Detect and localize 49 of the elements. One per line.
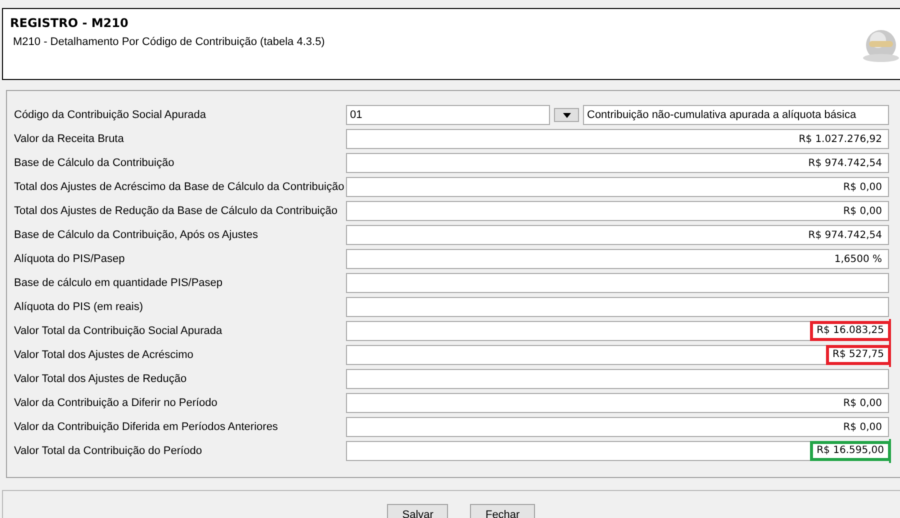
field-value: R$ 16.083,25 <box>810 321 891 341</box>
value-field[interactable]: R$ 527,75 <box>346 345 889 365</box>
value-field[interactable]: R$ 0,00 <box>346 417 889 437</box>
field-value: R$ 527,75 <box>826 345 891 365</box>
field-value: R$ 1.027.276,92 <box>798 132 882 146</box>
field-value: R$ 0,00 <box>843 420 882 434</box>
value-field[interactable] <box>346 369 889 389</box>
value-field[interactable]: 1,6500 % <box>346 249 889 269</box>
field-label: Valor da Contribuição Diferida em Períodos Anteriores <box>13 420 279 435</box>
field-value: 1,6500 % <box>834 252 882 266</box>
field-label: Valor Total dos Ajustes de Acréscimo <box>13 348 194 363</box>
field-label: Alíquota do PIS (em reais) <box>13 300 144 315</box>
value-field[interactable]: R$ 974.742,54 <box>346 153 889 173</box>
field-value: R$ 16.595,00 <box>810 441 891 461</box>
record-subtitle: M210 - Detalhamento Por Código de Contribuição (tabela 4.3.5) <box>12 35 326 50</box>
field-label: Total dos Ajustes de Redução da Base de Cálculo da Contribuição <box>13 204 338 219</box>
value-field[interactable] <box>346 297 889 317</box>
value-field[interactable]: R$ 974.742,54 <box>346 225 889 245</box>
field-label: Valor da Contribuição a Diferir no Período <box>13 396 218 411</box>
value-field[interactable]: R$ 0,00 <box>346 393 889 413</box>
field-label: Total dos Ajustes de Acréscimo da Base de Cálculo da Contribuição <box>13 180 346 195</box>
value-field[interactable]: R$ 16.595,00 <box>346 441 889 461</box>
code-field[interactable]: 01 <box>346 105 550 125</box>
description-field: Contribuição não-cumulativa apurada a alíquota básica <box>583 105 889 125</box>
field-value: R$ 0,00 <box>843 180 882 194</box>
field-label: Base de cálculo em quantidade PIS/Pasep <box>13 276 224 291</box>
value-field[interactable]: R$ 16.083,25 <box>346 321 889 341</box>
action-button[interactable]: Salvar <box>387 504 448 518</box>
field-value: R$ 974.742,54 <box>808 228 882 242</box>
field-label: Valor Total da Contribuição Social Apurada <box>13 324 224 339</box>
field-label: Alíquota do PIS/Pasep <box>13 252 126 267</box>
field-label: Valor Total dos Ajustes de Redução <box>13 372 188 387</box>
value-field[interactable]: R$ 1.027.276,92 <box>346 129 889 149</box>
dropdown-button[interactable] <box>554 108 579 122</box>
action-button[interactable]: Fechar <box>470 504 535 518</box>
value-field[interactable]: R$ 0,00 <box>346 201 889 221</box>
field-label: Base de Cálculo da Contribuição, Após os Ajustes <box>13 228 259 243</box>
value-field[interactable] <box>346 273 889 293</box>
field-value: R$ 0,00 <box>843 396 882 410</box>
field-label: Valor Total da Contribuição do Período <box>13 444 203 459</box>
record-title: REGISTRO - M210 <box>10 15 130 32</box>
field-label: Valor da Receita Bruta <box>13 132 125 147</box>
field-value: R$ 0,00 <box>843 204 882 218</box>
field-label: Base de Cálculo da Contribuição <box>13 156 176 171</box>
field-label: Código da Contribuição Social Apurada <box>13 108 208 123</box>
caret-icon <box>562 112 570 118</box>
field-value: R$ 974.742,54 <box>808 156 882 170</box>
globe-logo-icon <box>861 27 900 65</box>
value-field[interactable]: R$ 0,00 <box>346 177 889 197</box>
